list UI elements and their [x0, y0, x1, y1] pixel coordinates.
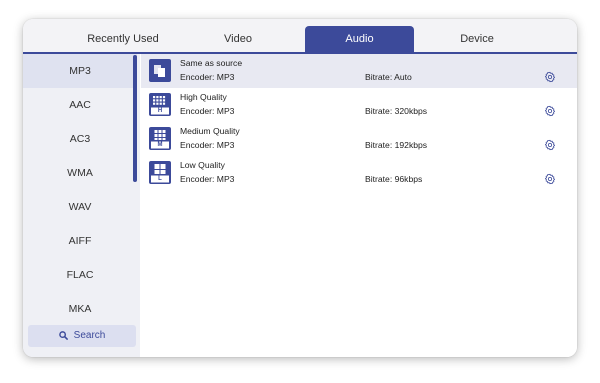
preset-bitrate: Bitrate: 320kbps	[365, 106, 428, 116]
preset-row[interactable]: Same as source Encoder: MP3 Bitrate: Aut…	[141, 54, 577, 88]
format-item-wma[interactable]: WMA	[23, 156, 137, 190]
quality-badge: L	[158, 176, 162, 182]
search-label: Search	[73, 330, 106, 341]
format-sidebar: MP3 AAC AC3 WMA WAV AIFF FLAC MKA Search	[23, 54, 140, 357]
sidebar-scrollbar[interactable]	[133, 55, 137, 182]
tab-bar: Recently Used Video Audio Device	[23, 19, 577, 54]
low-quality-icon: L	[149, 161, 171, 184]
high-quality-icon: H	[149, 93, 171, 116]
format-item-wav[interactable]: WAV	[23, 190, 137, 224]
preset-name: Same as source	[180, 58, 243, 68]
preset-name: Low Quality	[180, 160, 225, 170]
format-picker-panel: Recently Used Video Audio Device MP3 AAC…	[23, 19, 577, 357]
preset-bitrate: Bitrate: 192kbps	[365, 140, 428, 150]
settings-gear-icon[interactable]	[544, 71, 556, 83]
preset-row[interactable]: L Low Quality Encoder: MP3 Bitrate: 96kb…	[141, 156, 577, 190]
format-item-aiff[interactable]: AIFF	[23, 224, 137, 258]
preset-encoder: Encoder: MP3	[180, 174, 235, 184]
format-item-mp3[interactable]: MP3	[23, 54, 137, 88]
preset-name: Medium Quality	[180, 126, 240, 136]
preset-bitrate: Bitrate: 96kbps	[365, 174, 423, 184]
tab-audio[interactable]: Audio	[305, 26, 414, 52]
settings-gear-icon[interactable]	[544, 139, 556, 151]
preset-encoder: Encoder: MP3	[180, 72, 235, 82]
preset-list: Same as source Encoder: MP3 Bitrate: Aut…	[141, 54, 577, 357]
format-item-flac[interactable]: FLAC	[23, 258, 137, 292]
format-item-mka[interactable]: MKA	[23, 292, 137, 326]
copy-icon	[149, 59, 171, 82]
preset-name: High Quality	[180, 92, 227, 102]
settings-gear-icon[interactable]	[544, 173, 556, 185]
preset-bitrate: Bitrate: Auto	[365, 72, 412, 82]
search-button[interactable]: Search	[28, 325, 136, 347]
quality-badge: H	[157, 108, 163, 114]
settings-gear-icon[interactable]	[544, 105, 556, 117]
format-item-ac3[interactable]: AC3	[23, 122, 137, 156]
tab-device[interactable]: Device	[415, 26, 539, 52]
format-item-aac[interactable]: AAC	[23, 88, 137, 122]
tab-video[interactable]: Video	[183, 26, 293, 52]
medium-quality-icon: M	[149, 127, 171, 150]
search-icon	[58, 331, 68, 340]
tab-recently-used[interactable]: Recently Used	[59, 26, 187, 52]
preset-row[interactable]: M Medium Quality Encoder: MP3 Bitrate: 1…	[141, 122, 577, 156]
quality-badge: M	[157, 142, 163, 148]
preset-row[interactable]: H High Quality Encoder: MP3 Bitrate: 320…	[141, 88, 577, 122]
preset-encoder: Encoder: MP3	[180, 106, 235, 116]
preset-encoder: Encoder: MP3	[180, 140, 235, 150]
